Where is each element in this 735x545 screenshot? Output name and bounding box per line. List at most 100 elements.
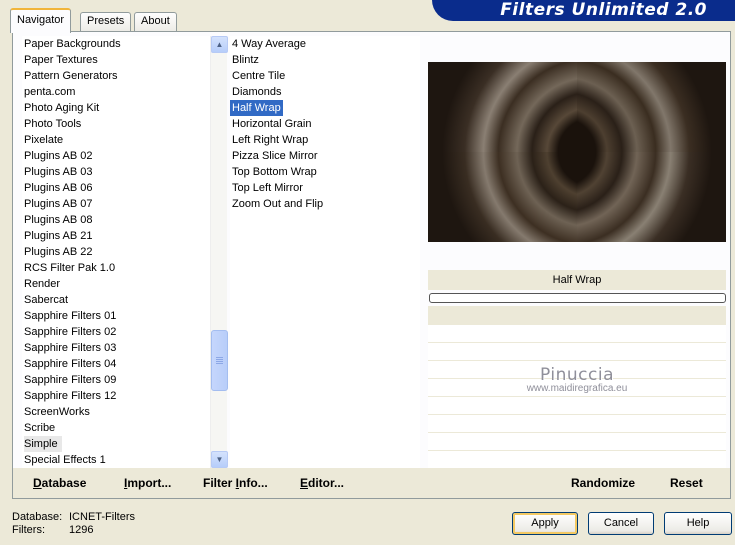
list-item-label: penta.com: [24, 86, 76, 98]
help-button[interactable]: Help: [664, 512, 732, 535]
import-button[interactable]: Import...: [124, 476, 171, 490]
category-item[interactable]: Plugins AB 08: [22, 212, 210, 228]
list-item-label: Left Right Wrap: [232, 134, 309, 146]
app-title: Filters Unlimited 2.0: [500, 0, 707, 20]
list-item-label: Pizza Slice Mirror: [232, 150, 318, 162]
preview-tile: [577, 62, 726, 152]
category-item[interactable]: Sapphire Filters 02: [22, 324, 210, 340]
filter-item[interactable]: Top Left Mirror: [230, 180, 420, 196]
cancel-button[interactable]: Cancel: [588, 512, 654, 535]
list-item-label: ScreenWorks: [24, 406, 90, 418]
list-item-label: Plugins AB 03: [24, 166, 93, 178]
category-item[interactable]: Paper Textures: [22, 52, 210, 68]
preview-tile: [428, 62, 577, 152]
preview-image: [428, 62, 726, 242]
filters-count-value: 1296: [69, 524, 94, 536]
grip-line: [216, 363, 223, 364]
category-item[interactable]: ScreenWorks: [22, 404, 210, 420]
category-scrollbar[interactable]: ▲ ▼: [210, 36, 228, 468]
category-item[interactable]: penta.com: [22, 84, 210, 100]
database-button[interactable]: Database: [33, 476, 86, 490]
watermark-title: Pinuccia: [540, 365, 614, 385]
reset-button[interactable]: Reset: [670, 476, 703, 490]
category-item[interactable]: Sapphire Filters 04: [22, 356, 210, 372]
list-item-label: Special Effects 1: [24, 454, 106, 466]
filter-item[interactable]: Top Bottom Wrap: [230, 164, 420, 180]
category-item[interactable]: Plugins AB 03: [22, 164, 210, 180]
category-item[interactable]: Paper Backgrounds: [22, 36, 210, 52]
list-item-label: RCS Filter Pak 1.0: [24, 262, 116, 274]
category-item[interactable]: Simple: [22, 436, 210, 452]
filters-count-label: Filters:: [12, 524, 45, 536]
filter-item[interactable]: Blintz: [230, 52, 420, 68]
list-item-label: Photo Tools: [24, 118, 82, 130]
scroll-down-button[interactable]: ▼: [211, 451, 228, 468]
filter-item[interactable]: Pizza Slice Mirror: [230, 148, 420, 164]
filter-item[interactable]: Centre Tile: [230, 68, 420, 84]
category-item[interactable]: Render: [22, 276, 210, 292]
category-item[interactable]: Plugins AB 02: [22, 148, 210, 164]
filter-item[interactable]: Horizontal Grain: [230, 116, 420, 132]
category-item[interactable]: Plugins AB 22: [22, 244, 210, 260]
list-item-label: 4 Way Average: [232, 38, 306, 50]
category-item[interactable]: Sapphire Filters 03: [22, 340, 210, 356]
button-label-rest: ditor...: [308, 476, 345, 490]
parameter-row: [428, 325, 726, 343]
category-item[interactable]: RCS Filter Pak 1.0: [22, 260, 210, 276]
category-item[interactable]: Sapphire Filters 09: [22, 372, 210, 388]
tab-about[interactable]: About: [134, 12, 177, 32]
category-item[interactable]: Pattern Generators: [22, 68, 210, 84]
filter-list[interactable]: 4 Way Average Blintz Centre Tile Diamonds Ha…: [230, 36, 420, 468]
list-item-label: Paper Backgrounds: [24, 38, 121, 50]
category-item[interactable]: Scribe: [22, 420, 210, 436]
category-item[interactable]: Plugins AB 06: [22, 180, 210, 196]
navigator-panel: Paper Backgrounds Paper Textures Pattern G…: [12, 31, 731, 499]
list-item-label: Scribe: [24, 422, 56, 434]
list-item-label: Paper Textures: [24, 54, 98, 66]
filter-info-button[interactable]: Filter Info...: [203, 476, 268, 490]
list-item-label: Plugins AB 22: [24, 246, 93, 258]
category-list[interactable]: Paper Backgrounds Paper Textures Pattern G…: [22, 36, 210, 468]
tab-presets[interactable]: Presets: [80, 12, 132, 32]
category-item[interactable]: Photo Aging Kit: [22, 100, 210, 116]
list-item-label: Blintz: [232, 54, 259, 66]
list-item-label: Centre Tile: [232, 70, 286, 82]
filter-item[interactable]: Zoom Out and Flip: [230, 196, 420, 212]
scroll-up-button[interactable]: ▲: [211, 36, 228, 53]
filter-item[interactable]: 4 Way Average: [230, 36, 420, 52]
list-item-label: Sapphire Filters 12: [24, 390, 117, 402]
grip-line: [216, 359, 223, 360]
parameter-row: [428, 451, 726, 469]
status-area: Database: ICNET-Filters Filters: 1296: [12, 511, 135, 537]
list-item-label: Plugins AB 02: [24, 150, 93, 162]
list-item-label: Sabercat: [24, 294, 69, 306]
category-item[interactable]: Sapphire Filters 12: [22, 388, 210, 404]
list-item-label: Sapphire Filters 03: [24, 342, 117, 354]
category-item[interactable]: Sapphire Filters 01: [22, 308, 210, 324]
parameter-header: [428, 306, 726, 325]
randomize-button[interactable]: Randomize: [571, 476, 635, 490]
list-item-label: Sapphire Filters 02: [24, 326, 117, 338]
category-item[interactable]: Plugins AB 21: [22, 228, 210, 244]
category-item[interactable]: Photo Tools: [22, 116, 210, 132]
category-item[interactable]: Sabercat: [22, 292, 210, 308]
parameter-row: [428, 415, 726, 433]
scroll-thumb[interactable]: [211, 330, 228, 391]
apply-button[interactable]: Apply: [512, 512, 578, 535]
filter-item[interactable]: Half Wrap: [230, 100, 420, 116]
current-filter-name: Half Wrap: [428, 270, 726, 290]
list-item-label: Zoom Out and Flip: [232, 198, 324, 210]
editor-button[interactable]: Editor...: [300, 476, 344, 490]
filter-item[interactable]: Diamonds: [230, 84, 420, 100]
category-item[interactable]: Plugins AB 07: [22, 196, 210, 212]
filter-item[interactable]: Left Right Wrap: [230, 132, 420, 148]
category-item[interactable]: Special Effects 1: [22, 452, 210, 468]
category-item[interactable]: Pixelate: [22, 132, 210, 148]
list-item-label: Plugins AB 07: [24, 198, 93, 210]
app-banner: Filters Unlimited 2.0: [432, 0, 735, 21]
button-label-rest: atabase: [41, 476, 87, 490]
list-item-label: Simple: [24, 436, 62, 452]
tab-navigator[interactable]: Navigator: [10, 8, 72, 33]
preview-tile: [428, 152, 577, 242]
mnemonic: D: [33, 476, 42, 490]
